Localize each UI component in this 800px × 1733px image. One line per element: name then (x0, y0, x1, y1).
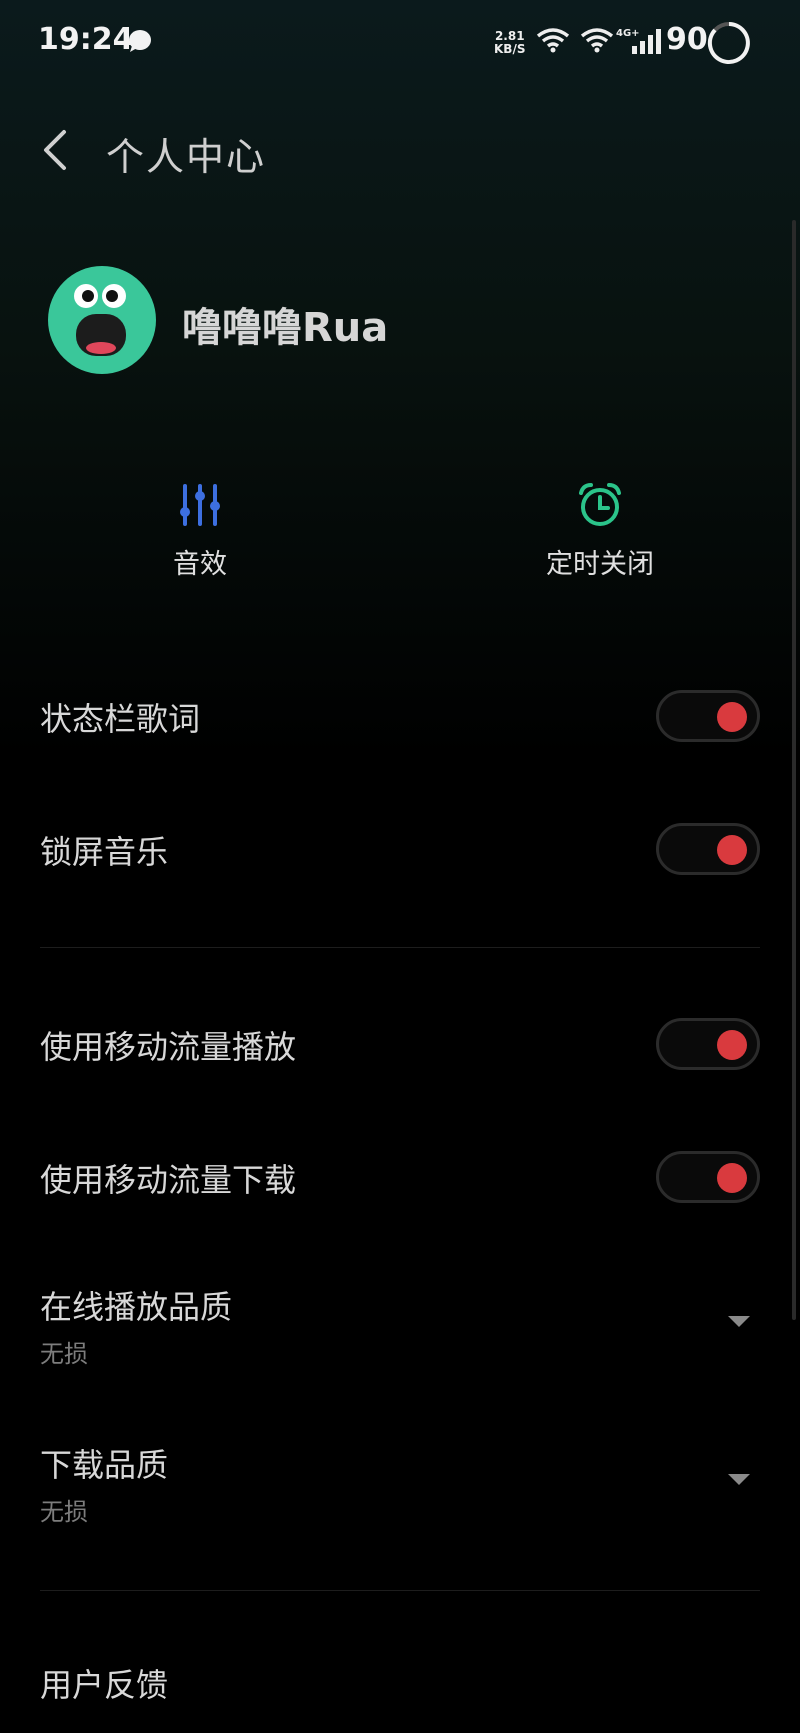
sleep-timer-button[interactable]: 定时关闭 (500, 482, 700, 581)
wifi-secondary-icon (580, 28, 614, 53)
setting-online-play-quality[interactable]: 在线播放品质 无损 (40, 1282, 760, 1368)
setting-label: 使用移动流量播放 (40, 1028, 297, 1066)
status-bar-lyrics-toggle[interactable] (656, 690, 760, 742)
setting-label: 使用移动流量下载 (40, 1161, 297, 1199)
mobile-data-download-toggle[interactable] (656, 1151, 760, 1203)
dropdown-arrow-icon (728, 1316, 750, 1327)
setting-mobile-data-download[interactable]: 使用移动流量下载 (40, 1151, 760, 1203)
alarm-clock-icon (579, 483, 621, 526)
header-gradient-background (0, 0, 800, 760)
setting-value: 无损 (40, 1498, 88, 1526)
toggle-knob (717, 1030, 747, 1060)
lock-screen-music-toggle[interactable] (656, 823, 760, 875)
chevron-left-icon (44, 130, 66, 170)
equalizer-icon (180, 484, 220, 526)
scrollbar[interactable] (792, 220, 796, 1320)
network-speed: 2.81 KB/S (494, 30, 525, 56)
section-divider (40, 1590, 760, 1591)
setting-label: 下载品质 (40, 1446, 169, 1484)
dropdown-arrow-icon (728, 1474, 750, 1485)
back-button[interactable] (30, 120, 80, 180)
setting-label: 用户反馈 (40, 1666, 169, 1704)
screaming-face-avatar-icon (74, 284, 126, 356)
message-notification-icon (129, 30, 151, 52)
sleep-timer-label: 定时关闭 (546, 549, 654, 580)
setting-lock-screen-music[interactable]: 锁屏音乐 (40, 823, 760, 875)
setting-label: 在线播放品质 (40, 1288, 233, 1326)
cellular-signal-icon (632, 29, 661, 54)
avatar[interactable] (48, 266, 156, 374)
battery-ring-icon (707, 22, 750, 64)
setting-user-feedback[interactable]: 用户反馈 (40, 1660, 760, 1710)
page-title: 个人中心 (106, 135, 267, 179)
mobile-data-play-toggle[interactable] (656, 1018, 760, 1070)
setting-mobile-data-play[interactable]: 使用移动流量播放 (40, 1018, 760, 1070)
toggle-knob (717, 702, 747, 732)
battery-level: 90 (666, 22, 708, 57)
username: 噜噜噜Rua (182, 305, 389, 351)
setting-status-bar-lyrics[interactable]: 状态栏歌词 (40, 690, 760, 742)
setting-label: 锁屏音乐 (40, 833, 169, 871)
status-time: 19:24 (38, 22, 134, 57)
equalizer-label: 音效 (173, 549, 227, 580)
setting-value: 无损 (40, 1340, 88, 1368)
toggle-knob (717, 835, 747, 865)
toggle-knob (717, 1163, 747, 1193)
equalizer-button[interactable]: 音效 (100, 482, 300, 581)
setting-download-quality[interactable]: 下载品质 无损 (40, 1440, 760, 1526)
wifi-icon (536, 28, 570, 53)
section-divider (40, 947, 760, 948)
network-speed-unit: KB/S (494, 42, 526, 56)
setting-label: 状态栏歌词 (40, 700, 201, 738)
